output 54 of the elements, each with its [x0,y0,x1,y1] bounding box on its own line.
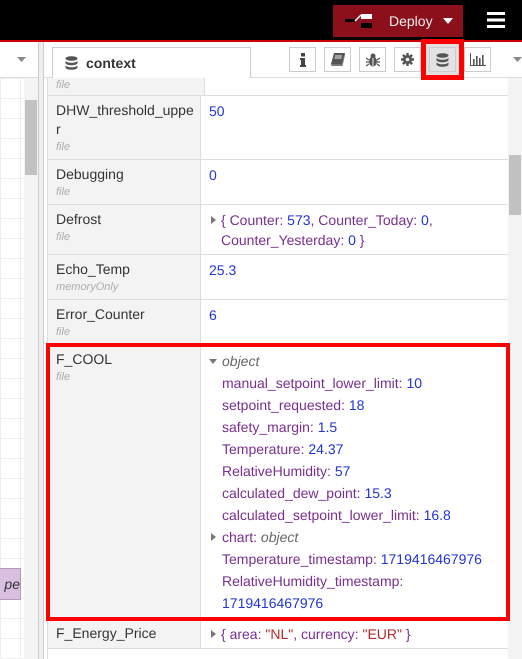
book-icon [330,53,345,66]
context-value: 0 [209,166,218,185]
context-store: memoryOnly [56,280,120,295]
bug-icon [366,52,380,66]
property-entry: RelativeHumidity_timestamp: 1719416467976 [222,572,404,613]
context-value: 50 [209,102,226,121]
context-value[interactable]: { Counter: 573, Counter_Today: 0, Counter_Yesterday: 0 } [221,210,500,250]
property-entry: manual_setpoint_lower_limit: 10 [222,374,422,393]
property-entry: calculated_setpoint_lower_limit: 16.8 [222,506,451,525]
property-entry: RelativeHumidity: 57 [222,462,350,481]
context-key: Error_Counter [56,305,196,324]
context-key: Debugging [56,165,196,184]
flow-node[interactable]: pe [0,568,21,600]
bar-chart-button[interactable] [464,47,492,72]
context-value[interactable]: { area: "NL", currency: "EUR" } [221,624,411,644]
context-key: F_Energy_Price [56,624,196,643]
caret-icon [443,18,453,24]
context-store: file [56,78,72,93]
context-store: file [56,185,72,200]
context-key: Defrost [56,210,196,229]
caret-icon[interactable] [17,57,26,62]
settings-button[interactable] [394,47,422,72]
property-entry: setpoint_requested: 18 [222,396,364,415]
deploy-button[interactable]: Deploy [333,5,463,37]
scrollbar[interactable] [24,78,38,659]
database-icon [65,56,78,70]
splitter-handle[interactable] [38,42,44,659]
database-icon [436,52,450,66]
info-button[interactable] [289,47,316,72]
bug-button[interactable] [359,47,386,72]
context-store: file [56,140,72,155]
property-entry: safety_margin: 1.5 [222,418,338,437]
object-toggle[interactable]: object [222,350,260,372]
context-key: F_COOL [56,350,196,369]
context-value: 25.3 [209,261,238,280]
deploy-icon [345,14,375,28]
context-key: DHW_threshold_upper [56,101,196,139]
settings-icon [401,53,414,66]
context-store: file [56,370,72,385]
context-value: 6 [209,306,218,325]
bar-chart-icon [470,53,486,66]
context-key: Echo_Temp [56,260,196,279]
menu-icon[interactable] [487,12,505,28]
context-store: file [56,230,72,245]
info-icon [300,52,306,66]
scrollbar[interactable] [508,78,522,659]
book-button[interactable] [324,47,352,72]
sidebar-tab[interactable]: context [52,47,252,78]
caret-icon[interactable] [513,57,522,62]
property-entry[interactable]: chart: object [222,526,298,548]
context-store: file [56,325,72,340]
property-entry: calculated_dew_point: 15.3 [222,484,392,503]
property-entry: Temperature: 24.37 [222,440,344,459]
property-entry: Temperature_timestamp: 1719416467976 [222,550,482,569]
